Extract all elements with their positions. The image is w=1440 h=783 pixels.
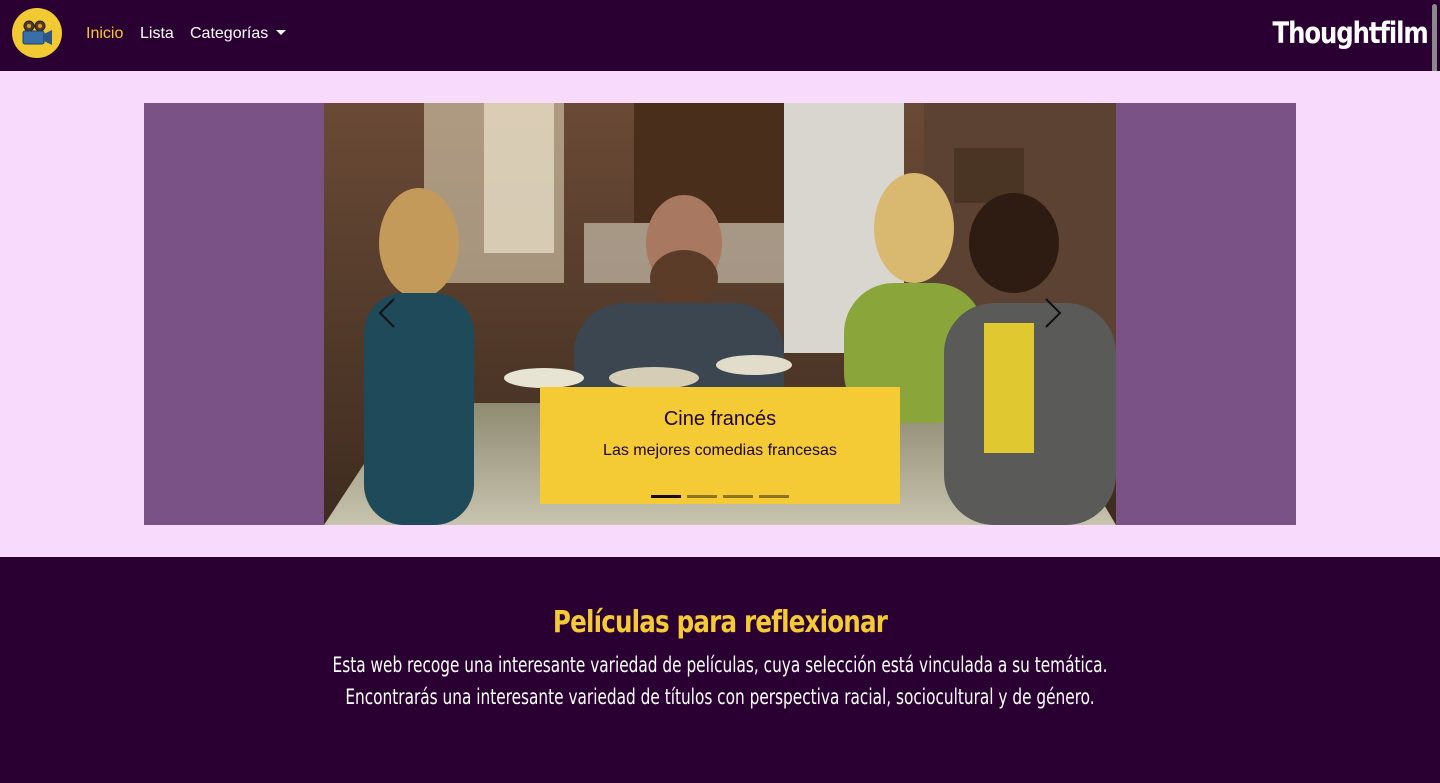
caret-down-icon — [276, 30, 287, 35]
brand-name[interactable]: Thoughtfilm — [1273, 14, 1429, 52]
film-camera-icon — [22, 20, 52, 45]
nav-link-lista[interactable]: Lista — [140, 24, 174, 43]
carousel-indicators — [651, 495, 789, 498]
carousel-indicator-4[interactable] — [759, 495, 789, 498]
chevron-right-icon — [1045, 298, 1062, 328]
carousel-caption: Cine francés Las mejores comedias france… — [540, 387, 900, 504]
carousel-slide-image: Cine francés Las mejores comedias france… — [324, 103, 1116, 525]
carousel: Cine francés Las mejores comedias france… — [144, 103, 1296, 525]
nav-link-categorias-label: Categorías — [190, 25, 269, 42]
nav-link-inicio[interactable]: Inicio — [86, 24, 123, 43]
nav-link-categorias-dropdown[interactable]: Categorías — [190, 24, 287, 43]
carousel-indicator-3[interactable] — [723, 495, 753, 498]
hero-section: Cine francés Las mejores comedias france… — [0, 71, 1440, 557]
navbar: Inicio Lista Categorías Thoughtfilm — [0, 0, 1440, 71]
info-text-line-1: Esta web recoge una interesante variedad… — [332, 653, 1108, 677]
info-title: Películas para reflexionar — [552, 605, 888, 640]
caption-text: Las mejores comedias francesas — [603, 442, 837, 459]
caption-title: Cine francés — [663, 408, 777, 430]
info-text-line-2: Encontrarás una interesante variedad de … — [345, 685, 1095, 709]
carousel-indicator-2[interactable] — [687, 495, 717, 498]
carousel-next-button[interactable] — [1032, 293, 1072, 333]
info-section: Películas para reflexionar Esta web reco… — [0, 557, 1440, 783]
carousel-prev-button[interactable] — [368, 293, 408, 333]
carousel-indicator-1[interactable] — [651, 495, 681, 498]
logo[interactable] — [12, 8, 62, 58]
chevron-left-icon — [378, 298, 395, 328]
